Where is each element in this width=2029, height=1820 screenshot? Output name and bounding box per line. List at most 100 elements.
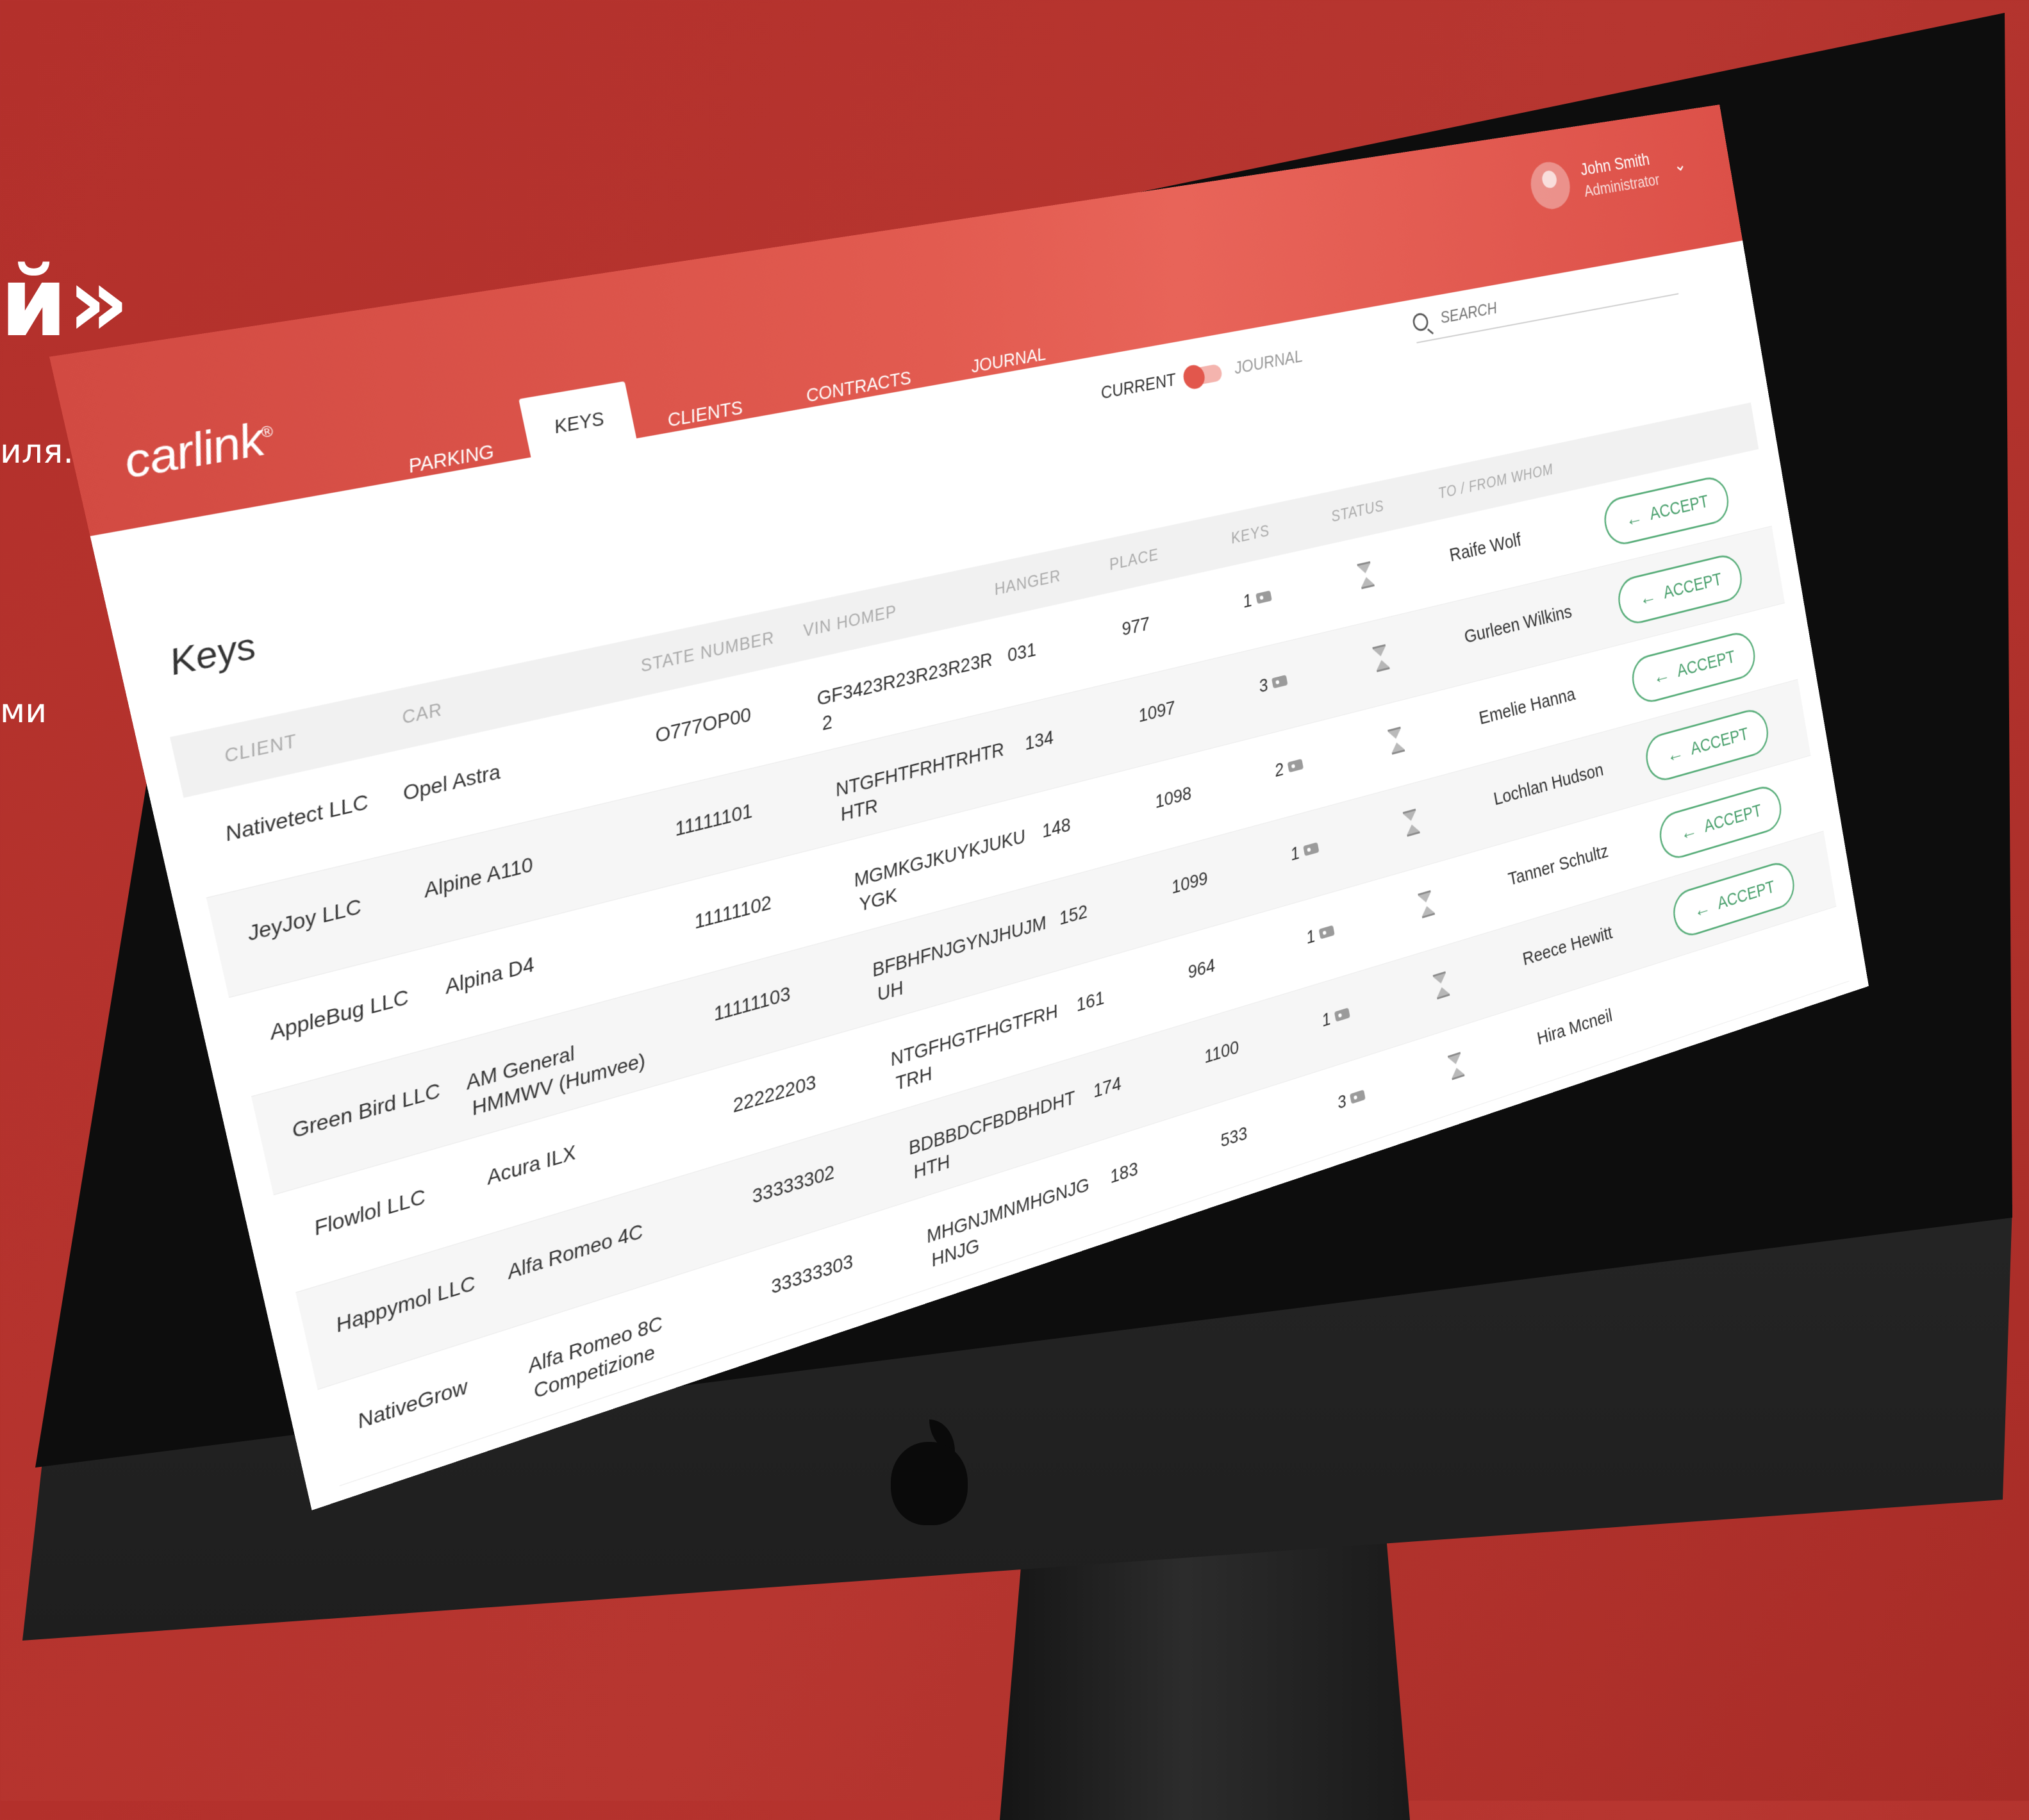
user-menu[interactable]: John Smith Administrator ⌄	[1527, 141, 1690, 212]
page-link-3[interactable]: 3	[1723, 1109, 1735, 1134]
cell-state-number: 33333303	[768, 1250, 855, 1298]
page-link-2[interactable]: 2	[1698, 1118, 1710, 1143]
cell-hanger: 031	[1005, 638, 1038, 666]
column-header-to-from-whom[interactable]: TO / FROM WHOM	[1437, 461, 1555, 502]
cell-status	[1432, 971, 1450, 1000]
view-toggle-switch[interactable]	[1181, 363, 1223, 391]
keys-count: 2	[1273, 758, 1286, 781]
cell-keys: 1	[1241, 584, 1273, 614]
keys-count: 3	[1257, 674, 1270, 697]
column-header-car[interactable]: CAR	[400, 700, 444, 729]
cell-hanger: 161	[1074, 987, 1106, 1016]
cell-to-from-whom: Gurleen Wilkins	[1462, 601, 1573, 648]
cell-place: 977	[1120, 613, 1152, 640]
accept-label: ACCEPT	[1675, 647, 1737, 681]
cell-hanger: 134	[1022, 726, 1056, 754]
pagination: ‹ 1 2 3 ... 15 ›	[1639, 1075, 1827, 1164]
avatar	[1527, 159, 1574, 212]
cell-status	[1447, 1052, 1465, 1080]
arrow-left-icon: ←	[1623, 504, 1644, 531]
cell-to-from-whom: Reece Hewitt	[1521, 922, 1614, 970]
caret-down-icon	[1393, 1233, 1404, 1243]
keys-count: 3	[1336, 1090, 1348, 1113]
column-header-state-number[interactable]: STATE NUMBER	[639, 629, 777, 677]
keys-count: 1	[1288, 842, 1302, 864]
cell-status	[1372, 644, 1390, 672]
logo-text: carlink	[119, 413, 269, 489]
accept-label: ACCEPT	[1716, 877, 1776, 914]
hourglass-icon	[1357, 561, 1375, 590]
cell-to-from-whom: Tanner Schultz	[1506, 841, 1610, 890]
range-text: 1 to 25 (356 lines total)	[1438, 1173, 1567, 1234]
page-link-15[interactable]: 15	[1777, 1088, 1797, 1114]
cell-car: Alpina D4	[442, 952, 536, 998]
next-page-icon[interactable]: ›	[1810, 1079, 1819, 1104]
cell-client: Nativetect LLC	[222, 790, 370, 846]
cell-state-number: 11111103	[711, 982, 793, 1025]
key-icon	[1318, 925, 1335, 939]
cell-client: JeyJoy LLC	[245, 894, 364, 945]
key-icon	[1255, 590, 1272, 604]
arrow-left-icon: ←	[1637, 583, 1658, 611]
cell-car: Opel Astra	[400, 760, 502, 805]
keys-count: 1	[1241, 590, 1254, 612]
key-icon	[1271, 675, 1288, 689]
accept-label: ACCEPT	[1662, 569, 1723, 603]
lines-per-page-label: Lines per page	[1230, 1248, 1345, 1309]
search-icon	[1411, 311, 1430, 332]
cell-place: 1099	[1169, 867, 1209, 898]
cell-keys: 2	[1273, 752, 1305, 782]
accept-label: ACCEPT	[1689, 724, 1750, 759]
cell-hanger: 183	[1108, 1158, 1140, 1187]
cell-to-from-whom: Emelie Hanna	[1477, 684, 1577, 729]
cell-to-from-whom: Lochlan Hudson	[1492, 759, 1605, 810]
cell-status	[1402, 808, 1420, 837]
key-icon	[1287, 759, 1304, 773]
arrow-left-icon: ←	[1664, 740, 1685, 767]
lines-per-page-select[interactable]: 25	[1363, 1227, 1405, 1261]
hourglass-icon	[1432, 971, 1450, 1000]
hourglass-icon	[1372, 644, 1390, 672]
accept-label: ACCEPT	[1702, 800, 1763, 837]
cell-state-number: O777OP00	[652, 703, 753, 747]
lines-per-page-value: 25	[1363, 1233, 1386, 1261]
page-link-1[interactable]: 1	[1672, 1127, 1684, 1152]
cell-place: 1100	[1202, 1036, 1241, 1067]
cell-to-from-whom: Hira Mcneil	[1536, 1005, 1614, 1050]
cell-hanger: 148	[1039, 814, 1073, 842]
column-header-client[interactable]: CLIENT	[222, 731, 299, 768]
key-icon	[1334, 1007, 1350, 1022]
key-icon	[1302, 842, 1320, 857]
cell-place: 533	[1218, 1122, 1249, 1151]
toggle-knob	[1181, 363, 1207, 391]
column-header-status[interactable]: STATUS	[1330, 497, 1386, 526]
cell-state-number: 11111101	[672, 799, 755, 840]
toggle-label-current[interactable]: CURRENT	[1099, 369, 1177, 403]
cell-place: 1097	[1136, 697, 1177, 726]
chevron-down-icon[interactable]: ⌄	[1672, 153, 1687, 176]
toggle-label-journal[interactable]: JOURNAL	[1232, 346, 1304, 379]
column-header-place[interactable]: PLACE	[1107, 546, 1160, 575]
page-title: Keys	[165, 626, 260, 684]
prev-page-icon[interactable]: ‹	[1648, 1135, 1659, 1161]
app-logo[interactable]: carlink®	[119, 410, 279, 490]
column-header-keys[interactable]: KEYS	[1229, 522, 1271, 548]
hourglass-icon	[1447, 1052, 1465, 1080]
cell-place: 964	[1186, 954, 1217, 982]
key-icon	[1349, 1089, 1366, 1105]
cell-hanger: 152	[1057, 900, 1089, 929]
keys-count: 1	[1320, 1008, 1332, 1030]
cell-keys: 1	[1320, 1002, 1352, 1032]
accept-button[interactable]: ← ACCEPT	[1600, 474, 1732, 549]
cell-state-number: 11111102	[692, 891, 774, 933]
column-header-hanger[interactable]: HANGER	[993, 567, 1063, 599]
accept-button[interactable]: ← ACCEPT	[1614, 551, 1746, 628]
cell-status	[1357, 561, 1375, 590]
arrow-left-icon: ←	[1678, 818, 1699, 845]
cell-keys: 1	[1289, 836, 1320, 866]
hourglass-icon	[1418, 890, 1436, 919]
cell-client: Green Bird LLC	[289, 1079, 443, 1143]
column-header-vin[interactable]: VIN НОМЕР	[801, 602, 898, 641]
hourglass-icon	[1402, 808, 1420, 837]
cell-state-number: 22222203	[730, 1071, 818, 1117]
